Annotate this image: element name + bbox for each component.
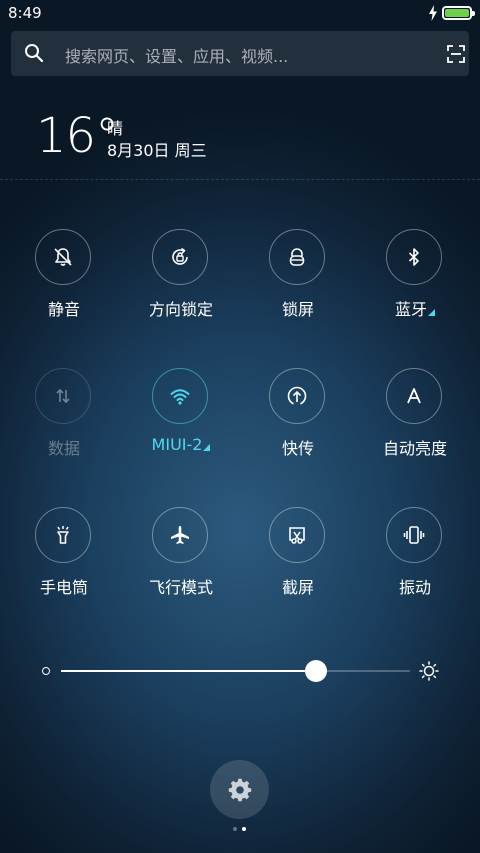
vibrate-icon: [403, 526, 425, 544]
toggle-label: 振动: [398, 578, 431, 597]
page-indicator: [231, 827, 249, 833]
airplane-icon: [171, 526, 189, 544]
toggle-label: 快传: [281, 439, 314, 458]
toggle-rotation-lock[interactable]: 方向锁定: [126, 229, 236, 329]
expand-indicator-icon: [203, 444, 211, 451]
mobile-data-icon: [56, 388, 70, 404]
toggle-airplane-mode[interactable]: 飞行模式: [126, 507, 236, 607]
battery-level-fill: [445, 9, 469, 17]
toggle-lock-screen[interactable]: 锁屏: [243, 229, 353, 329]
search-bar[interactable]: 搜索网页、设置、应用、视频...: [11, 31, 469, 76]
silent-bell-icon: [54, 248, 72, 266]
weather-date: 8月30日 周三: [107, 141, 207, 160]
rotation-lock-icon: [172, 247, 188, 265]
bluetooth-icon: [408, 248, 419, 266]
toggle-label: 自动亮度: [382, 439, 447, 458]
toggle-label: 静音: [47, 300, 80, 319]
weather-condition: 晴: [107, 119, 124, 138]
lock-icon: [289, 248, 305, 266]
settings-button[interactable]: [210, 760, 269, 819]
toggle-label: 飞行模式: [148, 578, 213, 597]
brightness-low-icon: [42, 667, 50, 675]
brightness-slider[interactable]: [61, 660, 410, 682]
quick-transfer-icon: [287, 386, 307, 405]
toggle-wifi[interactable]: MIUI-2: [126, 368, 236, 468]
screenshot-icon: [289, 527, 305, 544]
flashlight-icon: [57, 526, 69, 544]
toggle-auto-brightness[interactable]: 自动亮度: [360, 368, 470, 468]
auto-brightness-icon: [407, 388, 421, 404]
toggle-label: 方向锁定: [148, 300, 213, 319]
toggle-silent[interactable]: 静音: [9, 229, 119, 329]
toggle-label: 手电筒: [39, 578, 88, 597]
clock: 8:49: [8, 4, 42, 22]
toggle-label: 蓝牙: [394, 300, 427, 319]
status-bar: 8:49: [0, 0, 480, 28]
page-dot: [233, 827, 237, 831]
toggle-bluetooth[interactable]: 蓝牙: [360, 229, 470, 329]
charging-icon: [429, 5, 437, 21]
battery-icon: [442, 6, 475, 20]
toggle-quick-transfer[interactable]: 快传: [243, 368, 353, 468]
toggle-screenshot[interactable]: 截屏: [243, 507, 353, 607]
page-dot-active: [242, 827, 246, 831]
toggle-flashlight[interactable]: 手电筒: [9, 507, 119, 607]
divider: [0, 179, 480, 180]
brightness-fill: [61, 670, 316, 672]
toggle-label: 锁屏: [281, 300, 314, 319]
brightness-high-icon: [419, 661, 439, 681]
temperature[interactable]: 16°: [36, 108, 119, 164]
scan-icon[interactable]: [446, 44, 466, 64]
toggle-label: 数据: [47, 439, 80, 458]
toggle-label: MIUI-2: [151, 435, 203, 454]
gear-icon: [228, 778, 251, 801]
search-placeholder: 搜索网页、设置、应用、视频...: [65, 47, 289, 66]
wifi-icon: [170, 389, 190, 405]
search-icon: [25, 44, 44, 63]
brightness-thumb[interactable]: [304, 660, 327, 682]
toggle-mobile-data[interactable]: 数据: [9, 368, 119, 468]
toggle-label: 截屏: [281, 578, 314, 597]
expand-indicator-icon: [428, 309, 435, 316]
toggle-vibrate[interactable]: 振动: [360, 507, 470, 607]
